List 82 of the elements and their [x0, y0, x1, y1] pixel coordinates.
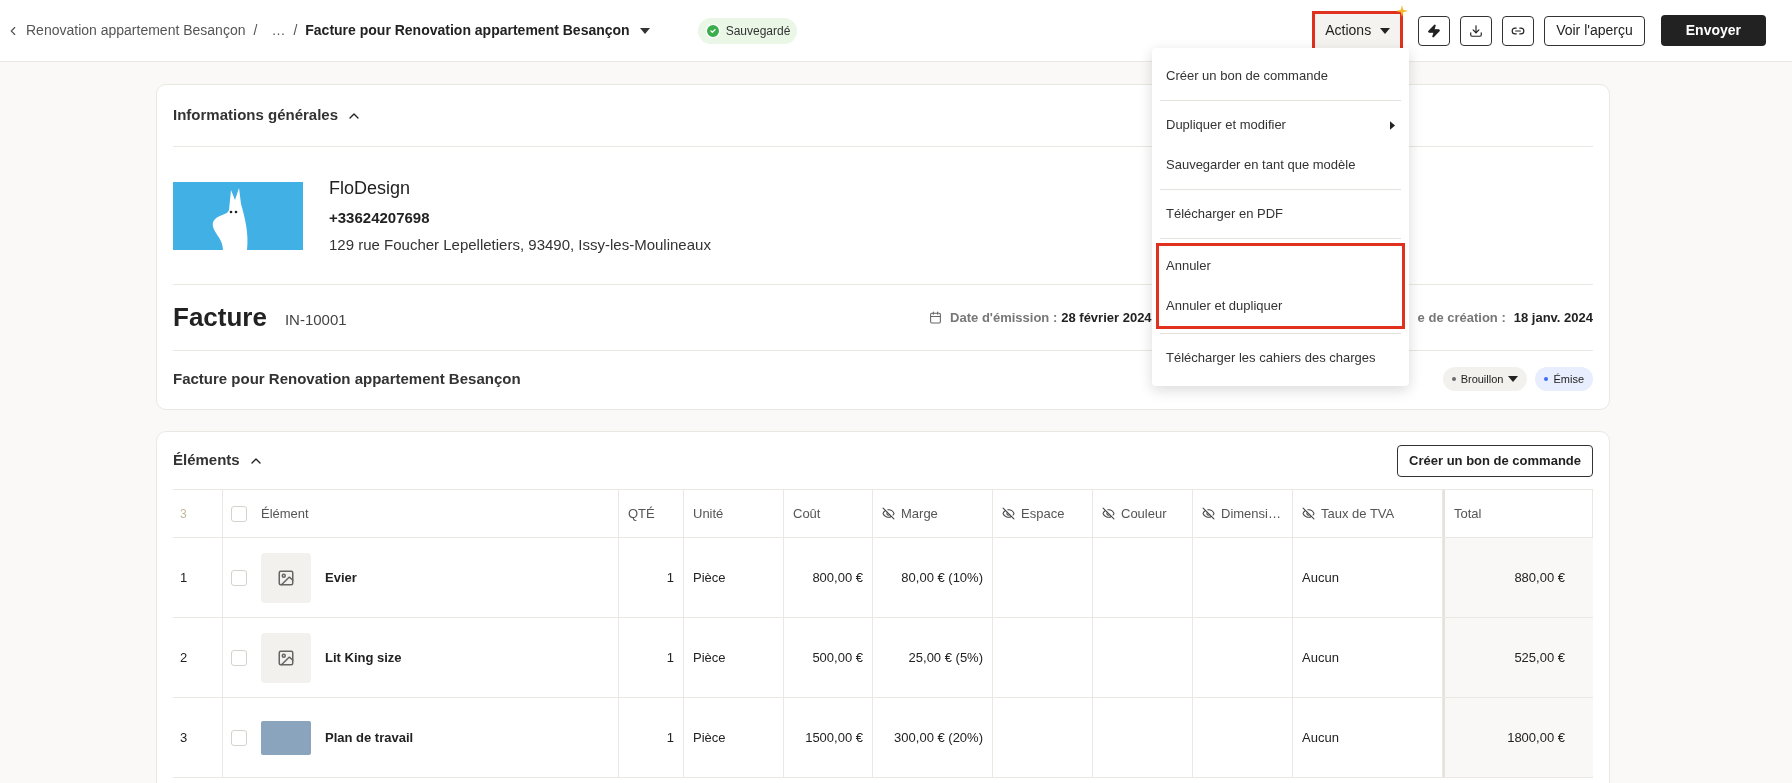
section-title: Informations générales [173, 105, 339, 126]
send-button[interactable]: Envoyer [1660, 15, 1766, 46]
column-header[interactable]: Total [1454, 503, 1482, 524]
row-number: 2 [180, 648, 188, 667]
column-header[interactable]: Couleur [1121, 503, 1167, 524]
creation-date-label: e de création : [1417, 308, 1506, 327]
row-number: 1 [180, 568, 188, 587]
creation-date: 18 janv. 2024 [1513, 308, 1593, 327]
dropdown-caret-icon [639, 27, 650, 34]
table-cell: Pièce [684, 618, 784, 697]
submenu-arrow-icon [1390, 120, 1395, 130]
check-icon [704, 22, 721, 39]
actions-button[interactable]: Actions [1315, 13, 1401, 48]
table-cell: Pièce [684, 698, 784, 777]
company-phone: +33624207698 [329, 207, 431, 228]
breadcrumb-link[interactable]: Renovation appartement Besançon [26, 20, 246, 41]
column-header[interactable]: Unité [693, 503, 724, 524]
column-header[interactable]: Marge [901, 503, 938, 524]
download-button[interactable] [1460, 15, 1493, 46]
status-tag[interactable]: Brouillon [1442, 367, 1528, 391]
item-name: Lit King size [325, 648, 402, 667]
document-type: Facture [173, 301, 267, 334]
table-cell: 800,00 € [784, 538, 873, 617]
section-title: Éléments [173, 450, 240, 471]
item-name: Plan de travail [325, 728, 414, 747]
caret-icon [1380, 27, 1391, 34]
breadcrumb-separator: / [253, 21, 258, 40]
company-name: FloDesign [329, 176, 412, 200]
table-cell: 1 [619, 538, 684, 617]
menu-item[interactable]: Annuler et dupliquer [1160, 286, 1401, 326]
saved-status-badge: Sauvegardé [697, 17, 798, 44]
breadcrumb-current: Facture pour Renovation appartement Besançon [305, 21, 630, 40]
column-header[interactable]: Élément [261, 503, 309, 524]
caret-icon [1508, 376, 1519, 382]
menu-item[interactable]: Sauvegarder en tant que modèle [1160, 145, 1401, 185]
calendar-icon [929, 311, 943, 324]
column-header[interactable]: Espace [1021, 503, 1065, 524]
download-icon [1469, 23, 1484, 38]
checkbox[interactable] [231, 649, 247, 666]
document-description: Facture pour Renovation appartement Besançon [173, 368, 521, 389]
table-cell: 25,00 € (5%) [873, 618, 993, 697]
table-cell: Pièce [684, 538, 784, 617]
table-cell: 880,00 € [1443, 538, 1593, 617]
breadcrumb-link[interactable]: … [271, 20, 286, 41]
company-address: 129 rue Foucher Lepelletiers, 93490, Issy-les-Moulineaux [329, 235, 711, 255]
sparkle-icon [1396, 4, 1409, 17]
image-placeholder [261, 632, 311, 683]
menu-item[interactable]: Dupliquer et modifier [1160, 105, 1401, 145]
breadcrumb-separator: / [293, 21, 298, 40]
table-cell: 525,00 € [1443, 618, 1593, 697]
table-cell: 1 [619, 618, 684, 697]
document-number: IN-10001 [284, 310, 347, 331]
table-cell: 1 [619, 698, 684, 777]
row-count: 3 [180, 505, 187, 523]
checkbox[interactable] [231, 505, 247, 522]
table-cell: 80,00 € (10%) [873, 538, 993, 617]
column-header[interactable]: Coût [793, 503, 821, 524]
table-cell: 1500,00 € [784, 698, 873, 777]
row-number: 3 [180, 728, 188, 747]
table-cell: 1800,00 € [1443, 698, 1593, 777]
column-header[interactable]: QTÉ [628, 503, 655, 524]
menu-item[interactable]: Télécharger les cahiers des charges [1160, 338, 1401, 378]
table-cell: 300,00 € (20%) [873, 698, 993, 777]
preview-button[interactable]: Voir l'aperçu [1544, 15, 1645, 46]
menu-item[interactable]: Créer un bon de commande [1160, 56, 1401, 96]
image-placeholder [261, 552, 311, 603]
create-order-button[interactable]: Créer un bon de commande [1397, 444, 1593, 477]
photo-placeholder [261, 720, 311, 755]
status-tag[interactable]: Émise [1535, 367, 1593, 391]
column-header[interactable]: Dimensi… [1221, 503, 1281, 524]
menu-item[interactable]: Télécharger en PDF [1160, 194, 1401, 234]
menu-item[interactable]: Annuler [1160, 246, 1401, 286]
issue-date[interactable]: 28 février 2024 [1061, 307, 1152, 328]
flash-button[interactable] [1418, 15, 1451, 46]
checkbox[interactable] [231, 729, 247, 746]
checkbox[interactable] [231, 569, 247, 586]
item-name: Evier [325, 568, 357, 587]
link-button[interactable] [1502, 15, 1535, 46]
lightning-icon [1427, 23, 1442, 38]
issue-date-label: Date d'émission : [950, 308, 1058, 327]
table-cell: 500,00 € [784, 618, 873, 697]
column-header[interactable]: Taux de TVA [1321, 503, 1395, 524]
